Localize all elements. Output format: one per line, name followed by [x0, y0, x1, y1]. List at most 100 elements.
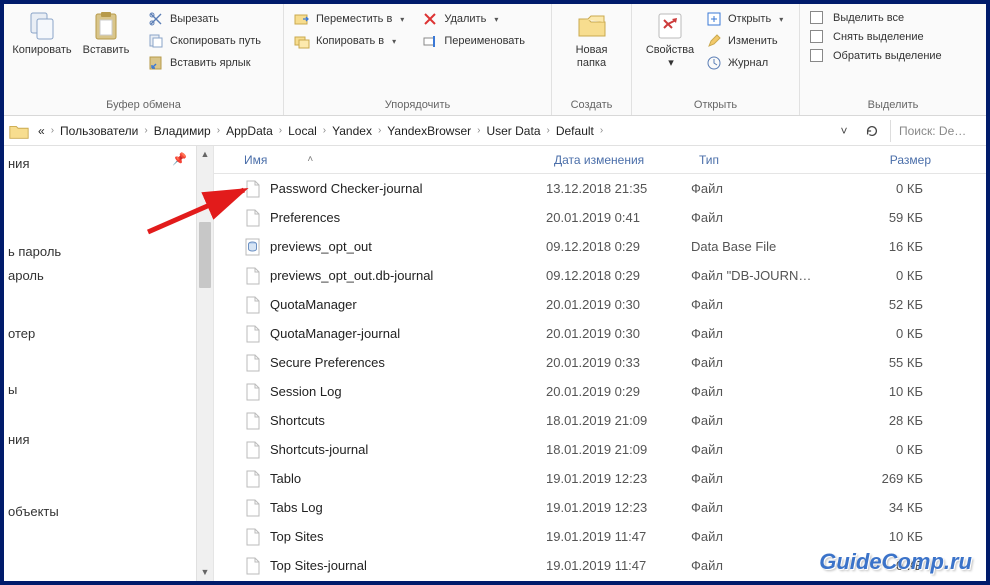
column-date[interactable]: Дата изменения	[554, 153, 699, 167]
table-row[interactable]: Top Sites19.01.2019 11:47Файл10 КБ	[214, 522, 986, 551]
scroll-up-icon[interactable]: ▲	[197, 146, 213, 163]
scroll-down-icon[interactable]: ▼	[197, 564, 213, 581]
select-all-button[interactable]: Выделить все	[806, 10, 946, 25]
edit-button[interactable]: Изменить	[702, 32, 787, 50]
refresh-button[interactable]	[862, 121, 882, 141]
table-row[interactable]: Shortcuts-journal18.01.2019 21:09Файл0 К…	[214, 435, 986, 464]
column-type[interactable]: Тип	[699, 153, 839, 167]
file-date: 18.01.2019 21:09	[546, 442, 691, 457]
properties-label: Свойства	[646, 44, 694, 57]
column-name[interactable]: Имя ˄	[244, 153, 554, 167]
address-bar: « ›Пользователи›Владимир›AppData›Local›Y…	[4, 116, 986, 146]
table-row[interactable]: Tablo19.01.2019 12:23Файл269 КБ	[214, 464, 986, 493]
file-type: Файл	[691, 500, 831, 515]
file-type: Файл "DB-JOURN…	[691, 268, 831, 283]
copy-to-icon	[294, 33, 310, 49]
copy-path-icon	[148, 33, 164, 49]
pin-icon[interactable]: 📌	[172, 152, 187, 166]
breadcrumb-item[interactable]: Default	[552, 124, 598, 138]
open-button[interactable]: Открыть▾	[702, 10, 787, 28]
copy-path-button[interactable]: Скопировать путь	[144, 32, 265, 50]
delete-button[interactable]: Удалить▾	[418, 10, 529, 28]
cut-button[interactable]: Вырезать	[144, 10, 265, 28]
sort-indicator-icon: ˄	[307, 154, 313, 165]
breadcrumb-separator: ›	[321, 125, 328, 136]
table-row[interactable]: previews_opt_out09.12.2018 0:29Data Base…	[214, 232, 986, 261]
rename-button[interactable]: Переименовать	[418, 32, 529, 50]
nav-item[interactable]: ароль	[4, 262, 52, 289]
nav-item[interactable]: ния	[4, 150, 37, 177]
table-row[interactable]: Session Log20.01.2019 0:29Файл10 КБ	[214, 377, 986, 406]
select-none-button[interactable]: Снять выделение	[806, 29, 946, 44]
column-name-label: Имя	[244, 153, 267, 167]
nav-tree[interactable]: 📌 ния ь парольароль отер ы ния объекты ▲ ▼	[4, 146, 214, 581]
file-name: previews_opt_out	[270, 239, 372, 254]
move-to-label: Переместить в	[316, 13, 392, 25]
move-to-icon	[294, 11, 310, 27]
file-size: 10 КБ	[831, 529, 941, 544]
copy-to-label: Копировать в	[316, 35, 384, 47]
table-row[interactable]: Shortcuts18.01.2019 21:09Файл28 КБ	[214, 406, 986, 435]
file-date: 20.01.2019 0:41	[546, 210, 691, 225]
address-dropdown[interactable]: ˅	[834, 121, 854, 141]
copy-button[interactable]: Копировать	[10, 6, 74, 61]
breadcrumb-separator: ›	[545, 125, 552, 136]
edit-icon	[706, 33, 722, 49]
file-size: 55 КБ	[831, 355, 941, 370]
nav-item[interactable]: ы	[4, 376, 25, 403]
breadcrumb-item[interactable]: Yandex	[328, 124, 376, 138]
file-icon	[244, 296, 262, 314]
history-button[interactable]: Журнал	[702, 54, 787, 72]
table-row[interactable]: Top Sites-journal19.01.2019 11:47Файл0 К…	[214, 551, 986, 580]
nav-scrollbar[interactable]: ▲ ▼	[196, 146, 213, 581]
open-icon	[706, 11, 722, 27]
invert-selection-label: Обратить выделение	[833, 50, 942, 62]
breadcrumb-item[interactable]: Local	[284, 124, 321, 138]
column-size[interactable]: Размер	[839, 153, 949, 167]
copy-icon	[26, 10, 58, 42]
file-type: Файл	[691, 384, 831, 399]
delete-icon	[422, 11, 438, 27]
file-icon	[244, 383, 262, 401]
table-row[interactable]: Preferences20.01.2019 0:41Файл59 КБ	[214, 203, 986, 232]
file-name: Password Checker-journal	[270, 181, 422, 196]
file-type: Файл	[691, 558, 831, 573]
nav-item[interactable]: ь пароль	[4, 238, 69, 265]
table-row[interactable]: QuotaManager20.01.2019 0:30Файл52 КБ	[214, 290, 986, 319]
nav-item[interactable]: ния	[4, 426, 37, 453]
table-row[interactable]: previews_opt_out.db-journal09.12.2018 0:…	[214, 261, 986, 290]
nav-item[interactable]: отер	[4, 320, 43, 347]
file-size: 10 КБ	[831, 384, 941, 399]
chevron-down-icon: ▾	[779, 15, 783, 24]
file-date: 20.01.2019 0:33	[546, 355, 691, 370]
scroll-thumb[interactable]	[199, 222, 211, 288]
file-type: Файл	[691, 442, 831, 457]
rename-label: Переименовать	[444, 35, 525, 47]
breadcrumb-item[interactable]: Владимир	[150, 124, 215, 138]
breadcrumb-separator: ›	[598, 125, 605, 136]
table-row[interactable]: Password Checker-journal13.12.2018 21:35…	[214, 174, 986, 203]
breadcrumb[interactable]: « ›Пользователи›Владимир›AppData›Local›Y…	[34, 124, 834, 138]
search-input[interactable]: Поиск: De…	[890, 120, 980, 142]
select-none-label: Снять выделение	[833, 31, 924, 43]
breadcrumb-overflow[interactable]: «	[34, 124, 49, 138]
paste-shortcut-button[interactable]: Вставить ярлык	[144, 54, 265, 72]
file-size: 0 КБ	[831, 326, 941, 341]
breadcrumb-item[interactable]: YandexBrowser	[383, 124, 475, 138]
nav-item[interactable]: объекты	[4, 498, 67, 525]
copy-to-button[interactable]: Копировать в▾	[290, 32, 408, 50]
invert-selection-button[interactable]: Обратить выделение	[806, 48, 946, 63]
breadcrumb-separator: ›	[277, 125, 284, 136]
breadcrumb-item[interactable]: Пользователи	[56, 124, 142, 138]
file-type: Файл	[691, 297, 831, 312]
table-row[interactable]: QuotaManager-journal20.01.2019 0:30Файл0…	[214, 319, 986, 348]
table-row[interactable]: Secure Preferences20.01.2019 0:33Файл55 …	[214, 348, 986, 377]
breadcrumb-item[interactable]: AppData	[222, 124, 277, 138]
breadcrumb-item[interactable]: User Data	[482, 124, 544, 138]
paste-button[interactable]: Вставить	[74, 6, 138, 61]
table-row[interactable]: Tabs Log19.01.2019 12:23Файл34 КБ	[214, 493, 986, 522]
new-folder-button[interactable]: Новая папка	[560, 6, 624, 74]
ribbon: Копировать Вставить Вырезать Скопировать…	[4, 4, 986, 116]
properties-button[interactable]: Свойства ▾	[638, 6, 702, 74]
move-to-button[interactable]: Переместить в▾	[290, 10, 408, 28]
